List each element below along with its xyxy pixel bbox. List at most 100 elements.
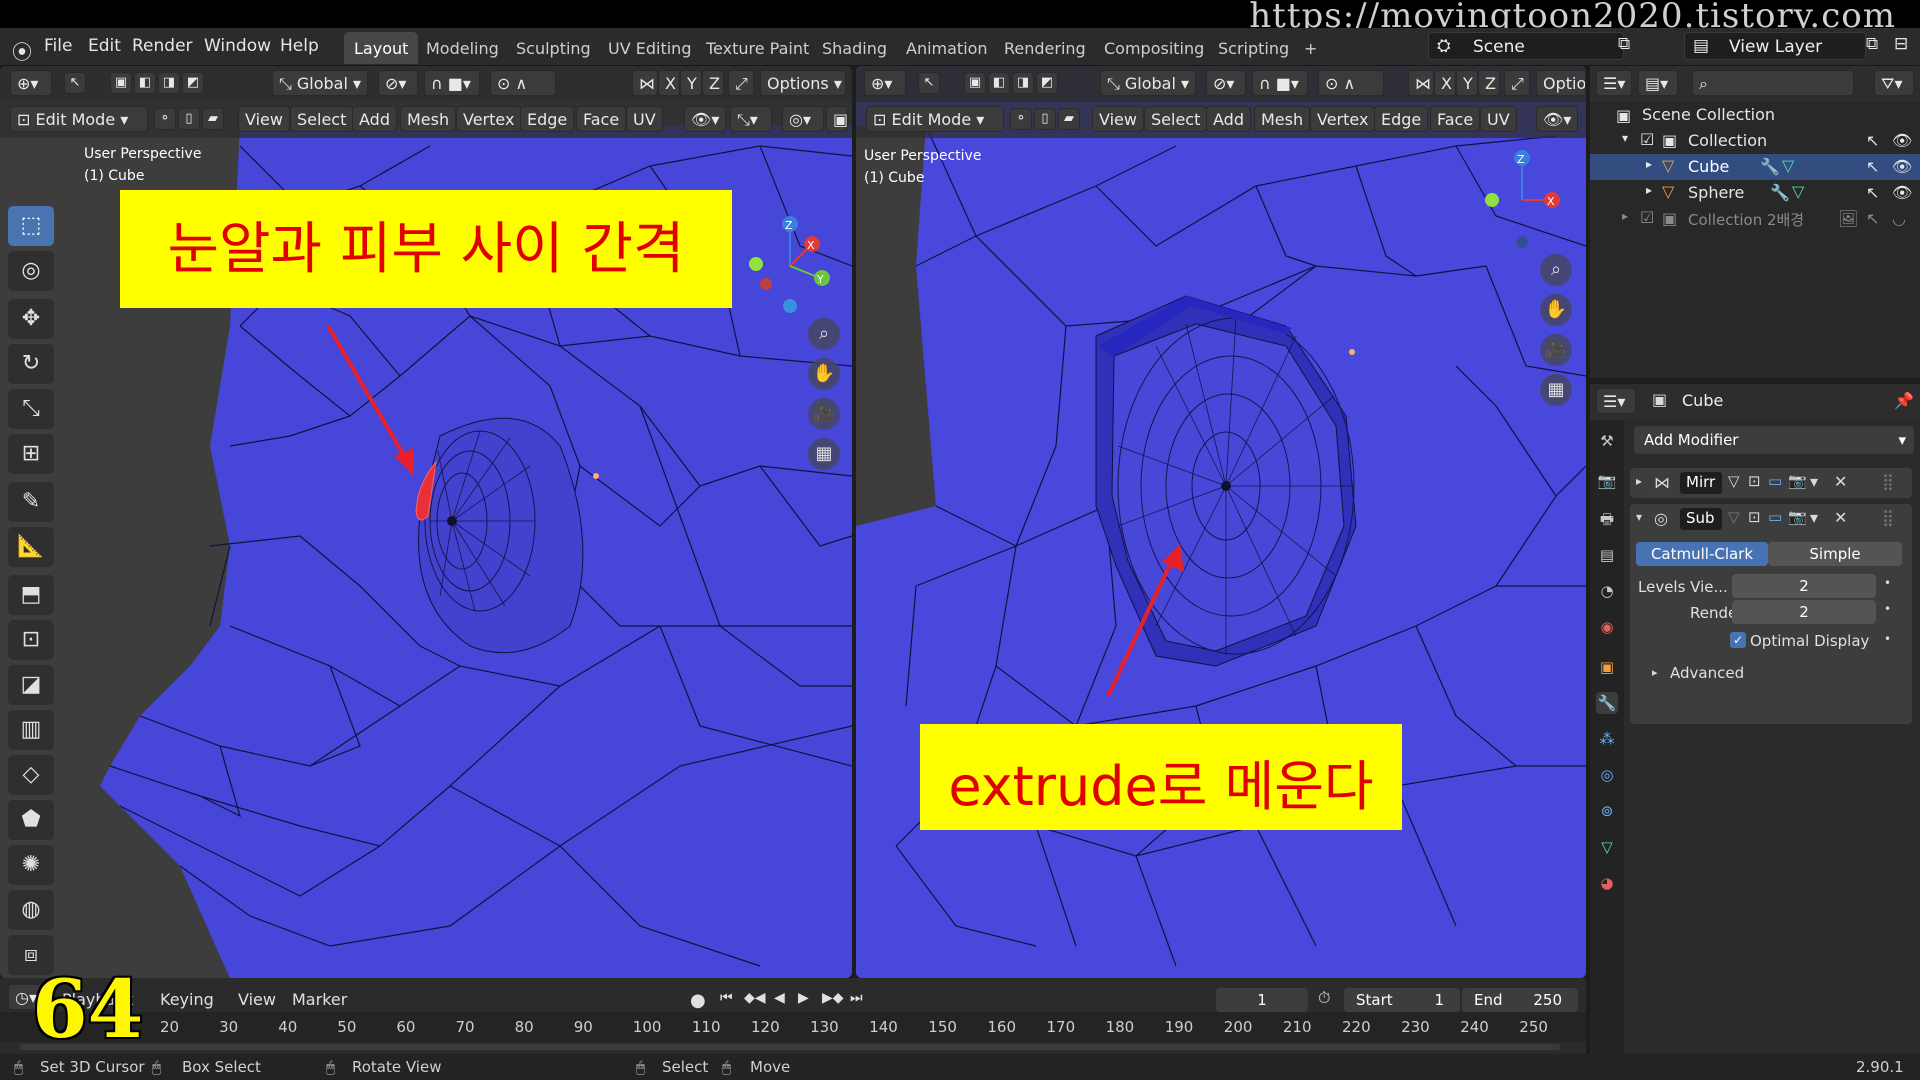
filter-dropdown[interactable]: ⛛▾ bbox=[1874, 70, 1914, 96]
menu-window[interactable]: Window bbox=[204, 36, 271, 56]
select-box-tool-icon[interactable]: ⬚ bbox=[8, 206, 54, 246]
cage-icon[interactable]: ⊡ bbox=[1748, 508, 1761, 526]
loop-cut-tool-icon[interactable]: ▥ bbox=[8, 710, 54, 750]
cursor-tool-icon[interactable]: ◎ bbox=[8, 251, 54, 291]
keyframe-dot-icon[interactable]: • bbox=[1884, 576, 1891, 590]
extrude-tool-icon[interactable]: ⬒ bbox=[8, 575, 54, 615]
close-icon[interactable]: ✕ bbox=[1834, 472, 1847, 491]
render-levels-field[interactable]: 2 bbox=[1732, 600, 1876, 624]
start-frame-field[interactable]: Start 1 bbox=[1344, 988, 1460, 1012]
select-extend-icon-right[interactable]: ◧ bbox=[988, 72, 1010, 94]
select-subtract-icon[interactable]: ◨ bbox=[158, 72, 180, 94]
mirror-icon[interactable]: ⋈ bbox=[632, 70, 658, 96]
material-tab-icon[interactable]: ◕ bbox=[1596, 872, 1618, 894]
view-layer-selector[interactable]: ▤ View Layer bbox=[1684, 32, 1866, 60]
data-tab-icon[interactable]: ▽ bbox=[1596, 836, 1618, 858]
scene-selector[interactable]: ⛭ Scene bbox=[1428, 32, 1624, 60]
add-workspace-button[interactable]: + bbox=[1294, 32, 1327, 64]
xray-toggle[interactable]: ▣ bbox=[826, 106, 848, 132]
eye-icon[interactable]: 👁 bbox=[1892, 157, 1912, 176]
pan-hand-icon-right[interactable]: ✋ bbox=[1540, 294, 1572, 326]
output-tab-icon[interactable]: 🖶 bbox=[1596, 508, 1618, 530]
menu-select[interactable]: Select bbox=[290, 106, 354, 132]
proportional-edit[interactable]: ⊙ ∧ bbox=[490, 70, 556, 96]
menu-add-right[interactable]: Add bbox=[1206, 106, 1251, 132]
move-tool-icon[interactable]: ✥ bbox=[8, 299, 54, 339]
advanced-subpanel-label[interactable]: Advanced bbox=[1670, 664, 1744, 682]
menu-mesh-right[interactable]: Mesh bbox=[1254, 106, 1311, 132]
add-modifier-dropdown[interactable]: Add Modifier ▾ bbox=[1634, 426, 1914, 454]
mode-dropdown[interactable]: ⊡ Edit Mode ▾ bbox=[10, 106, 148, 132]
face-select-icon-right[interactable]: ▰ bbox=[1058, 108, 1080, 130]
pan-hand-icon[interactable]: ✋ bbox=[808, 358, 840, 390]
options-dropdown[interactable]: Options ▾ bbox=[760, 70, 846, 96]
menu-uv[interactable]: UV bbox=[626, 106, 663, 132]
inset-tool-icon[interactable]: ⊡ bbox=[8, 620, 54, 660]
particles-tab-icon[interactable]: ⁂ bbox=[1596, 728, 1618, 750]
outliner-search-input[interactable]: ⌕ bbox=[1692, 70, 1854, 96]
object-tab-icon[interactable]: ▣ bbox=[1596, 656, 1618, 678]
menu-edge-right[interactable]: Edge bbox=[1374, 106, 1429, 132]
play-icon[interactable]: ▶ bbox=[798, 990, 809, 1006]
menu-uv-right[interactable]: UV bbox=[1480, 106, 1517, 132]
modifier-menu-icon[interactable]: ▾ bbox=[1810, 472, 1818, 491]
drag-handle-icon[interactable]: ⣿ bbox=[1882, 472, 1894, 491]
keying-menu[interactable]: Keying bbox=[160, 990, 214, 1009]
keyframe-dot-icon[interactable]: • bbox=[1884, 632, 1891, 646]
transform-orientation-dropdown-right[interactable]: ⤡ Global ▾ bbox=[1100, 70, 1196, 96]
transform-tool-icon[interactable]: ⊞ bbox=[8, 434, 54, 474]
display-mode-dropdown[interactable]: ▤▾ bbox=[1638, 70, 1678, 96]
select-intersect-icon[interactable]: ◩ bbox=[182, 72, 204, 94]
viewport-display-icon[interactable]: ▭ bbox=[1768, 508, 1782, 526]
record-icon[interactable]: ● bbox=[690, 990, 706, 1011]
expand-arrow-icon[interactable]: ▸ bbox=[1622, 209, 1628, 223]
frame-ruler[interactable]: 20 30 40 50 60 70 80 90 100 110 120 130 140 150 160 170… bbox=[0, 1012, 1586, 1042]
vertex-select-icon[interactable]: ⚬ bbox=[154, 108, 176, 130]
modifier-menu-icon[interactable]: ▾ bbox=[1810, 508, 1818, 527]
menu-select-right[interactable]: Select bbox=[1144, 106, 1208, 132]
eye-closed-icon[interactable]: ◡ bbox=[1892, 209, 1906, 228]
transform-orientation-dropdown[interactable]: ⤡ Global ▾ bbox=[272, 70, 368, 96]
view-layer-tab-icon[interactable]: ▤ bbox=[1596, 544, 1618, 566]
viewport-display-icon[interactable]: ▭ bbox=[1768, 472, 1782, 490]
bevel-tool-icon[interactable]: ◪ bbox=[8, 665, 54, 705]
tab-animation[interactable]: Animation bbox=[896, 32, 998, 64]
auto-merge-icon-right[interactable]: ⤢ bbox=[1504, 70, 1530, 96]
remove-view-layer-icon[interactable]: ⊟ bbox=[1894, 34, 1908, 54]
select-extend-icon[interactable]: ◧ bbox=[134, 72, 156, 94]
rotate-tool-icon[interactable]: ↻ bbox=[8, 344, 54, 384]
jump-end-icon[interactable]: ⏭ bbox=[850, 990, 863, 1006]
expand-arrow-icon[interactable]: ▸ bbox=[1646, 183, 1652, 197]
auto-merge-icon[interactable]: ⤢ bbox=[728, 70, 754, 96]
new-view-layer-icon[interactable]: ⧉ bbox=[1866, 34, 1878, 54]
menu-edit[interactable]: Edit bbox=[88, 36, 121, 56]
visibility-dropdown-right[interactable]: 👁▾ bbox=[1536, 106, 1578, 132]
select-intersect-icon-right[interactable]: ◩ bbox=[1036, 72, 1058, 94]
tab-sculpting[interactable]: Sculpting bbox=[506, 32, 601, 64]
overlay-toggle[interactable]: ◎▾ bbox=[782, 106, 824, 132]
tree-row-collection-2[interactable]: ▸ ☑ ▣ Collection 2배경 🖼 ↖ ◡ bbox=[1590, 206, 1920, 232]
modifier-name-field[interactable]: Sub bbox=[1680, 508, 1722, 530]
tab-compositing[interactable]: Compositing bbox=[1094, 32, 1214, 64]
expand-arrow-icon[interactable]: ▾ bbox=[1622, 131, 1628, 145]
pin-icon[interactable]: 📌 bbox=[1894, 391, 1914, 410]
mirror-icon-right[interactable]: ⋈ bbox=[1408, 70, 1434, 96]
options-dropdown-right[interactable]: Optio bbox=[1536, 70, 1586, 96]
expand-arrow-icon[interactable]: ▸ bbox=[1652, 666, 1658, 679]
selectable-arrow-icon[interactable]: ↖ bbox=[1866, 157, 1879, 176]
menu-mesh[interactable]: Mesh bbox=[400, 106, 457, 132]
levels-viewport-field[interactable]: 2 bbox=[1732, 574, 1876, 598]
constraints-tab-icon[interactable]: ⊚ bbox=[1596, 800, 1618, 822]
mode-dropdown-right[interactable]: ⊡ Edit Mode ▾ bbox=[866, 106, 1004, 132]
end-frame-field[interactable]: End 250 bbox=[1462, 988, 1578, 1012]
play-reverse-icon[interactable]: ◀ bbox=[774, 990, 785, 1006]
select-mode-icon-right[interactable]: ↖ bbox=[918, 72, 940, 94]
close-icon[interactable]: ✕ bbox=[1834, 508, 1847, 527]
perspective-grid-icon[interactable]: ▦ bbox=[808, 438, 840, 470]
tab-shading[interactable]: Shading bbox=[812, 32, 897, 64]
select-subtract-icon-right[interactable]: ◨ bbox=[1012, 72, 1034, 94]
timeline-scrollbar[interactable] bbox=[20, 1044, 1560, 1050]
editor-type-button-right[interactable]: ⊕▾ bbox=[864, 70, 906, 96]
menu-edge[interactable]: Edge bbox=[520, 106, 575, 132]
tab-rendering[interactable]: Rendering bbox=[994, 32, 1096, 64]
